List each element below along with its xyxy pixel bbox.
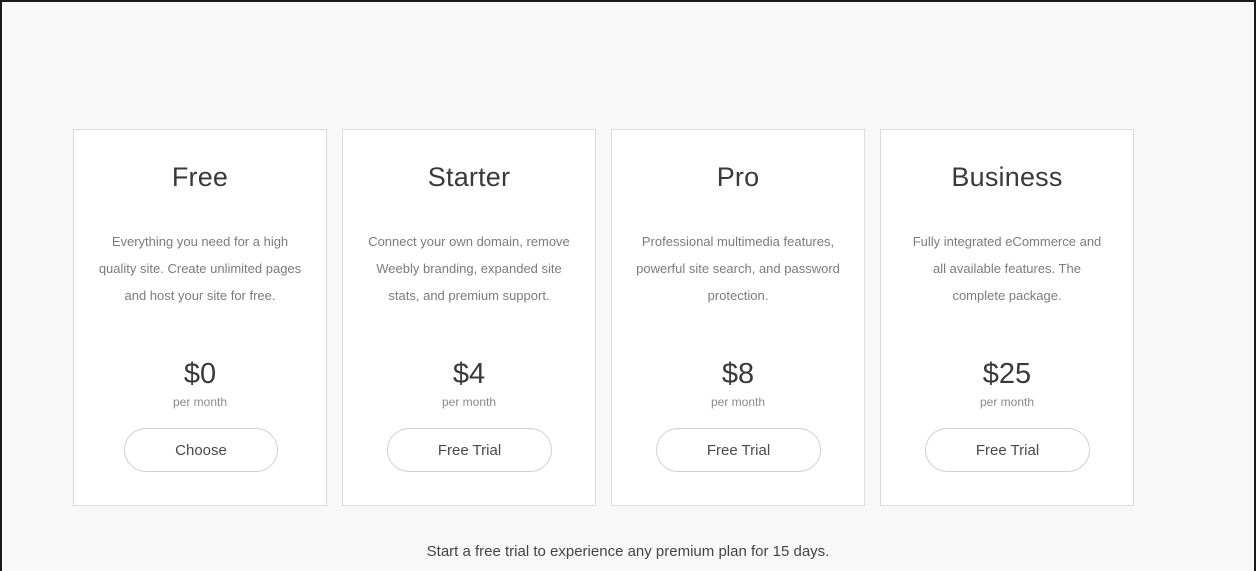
plan-price: $25 — [982, 358, 1032, 390]
choose-free-button[interactable]: Choose — [124, 428, 278, 472]
free-trial-business-button[interactable]: Free Trial — [925, 428, 1090, 472]
plan-description: Professional multimedia features, powerf… — [636, 234, 840, 303]
plan-period: per month — [979, 395, 1035, 409]
plan-name: Pro — [716, 162, 760, 192]
plan-description: Everything you need for a high quality s… — [98, 234, 302, 303]
free-trial-note: Start a free trial to experience any pre… — [426, 543, 830, 560]
plan-card-business: Business Fully integrated eCommerce and … — [880, 129, 1134, 506]
plan-card-pro: Pro Professional multimedia features, po… — [611, 129, 865, 506]
plan-description: Fully integrated eCommerce and all avail… — [912, 234, 1102, 303]
plan-price: $8 — [721, 358, 755, 390]
plan-period: per month — [710, 395, 766, 409]
plan-name: Business — [951, 162, 1063, 192]
free-trial-starter-button[interactable]: Free Trial — [387, 428, 552, 472]
pricing-page: Free Everything you need for a high qual… — [0, 0, 1256, 571]
plan-price: $0 — [183, 358, 217, 390]
plan-name: Free — [171, 162, 229, 192]
plans-row: Free Everything you need for a high qual… — [73, 129, 1134, 506]
plan-card-free: Free Everything you need for a high qual… — [73, 129, 327, 506]
free-trial-pro-button[interactable]: Free Trial — [656, 428, 821, 472]
plan-price: $4 — [452, 358, 486, 390]
plan-period: per month — [172, 395, 228, 409]
plan-card-starter: Starter Connect your own domain, remove … — [342, 129, 596, 506]
plan-name: Starter — [427, 162, 511, 192]
plan-period: per month — [441, 395, 497, 409]
plan-description: Connect your own domain, remove Weebly b… — [368, 234, 570, 303]
